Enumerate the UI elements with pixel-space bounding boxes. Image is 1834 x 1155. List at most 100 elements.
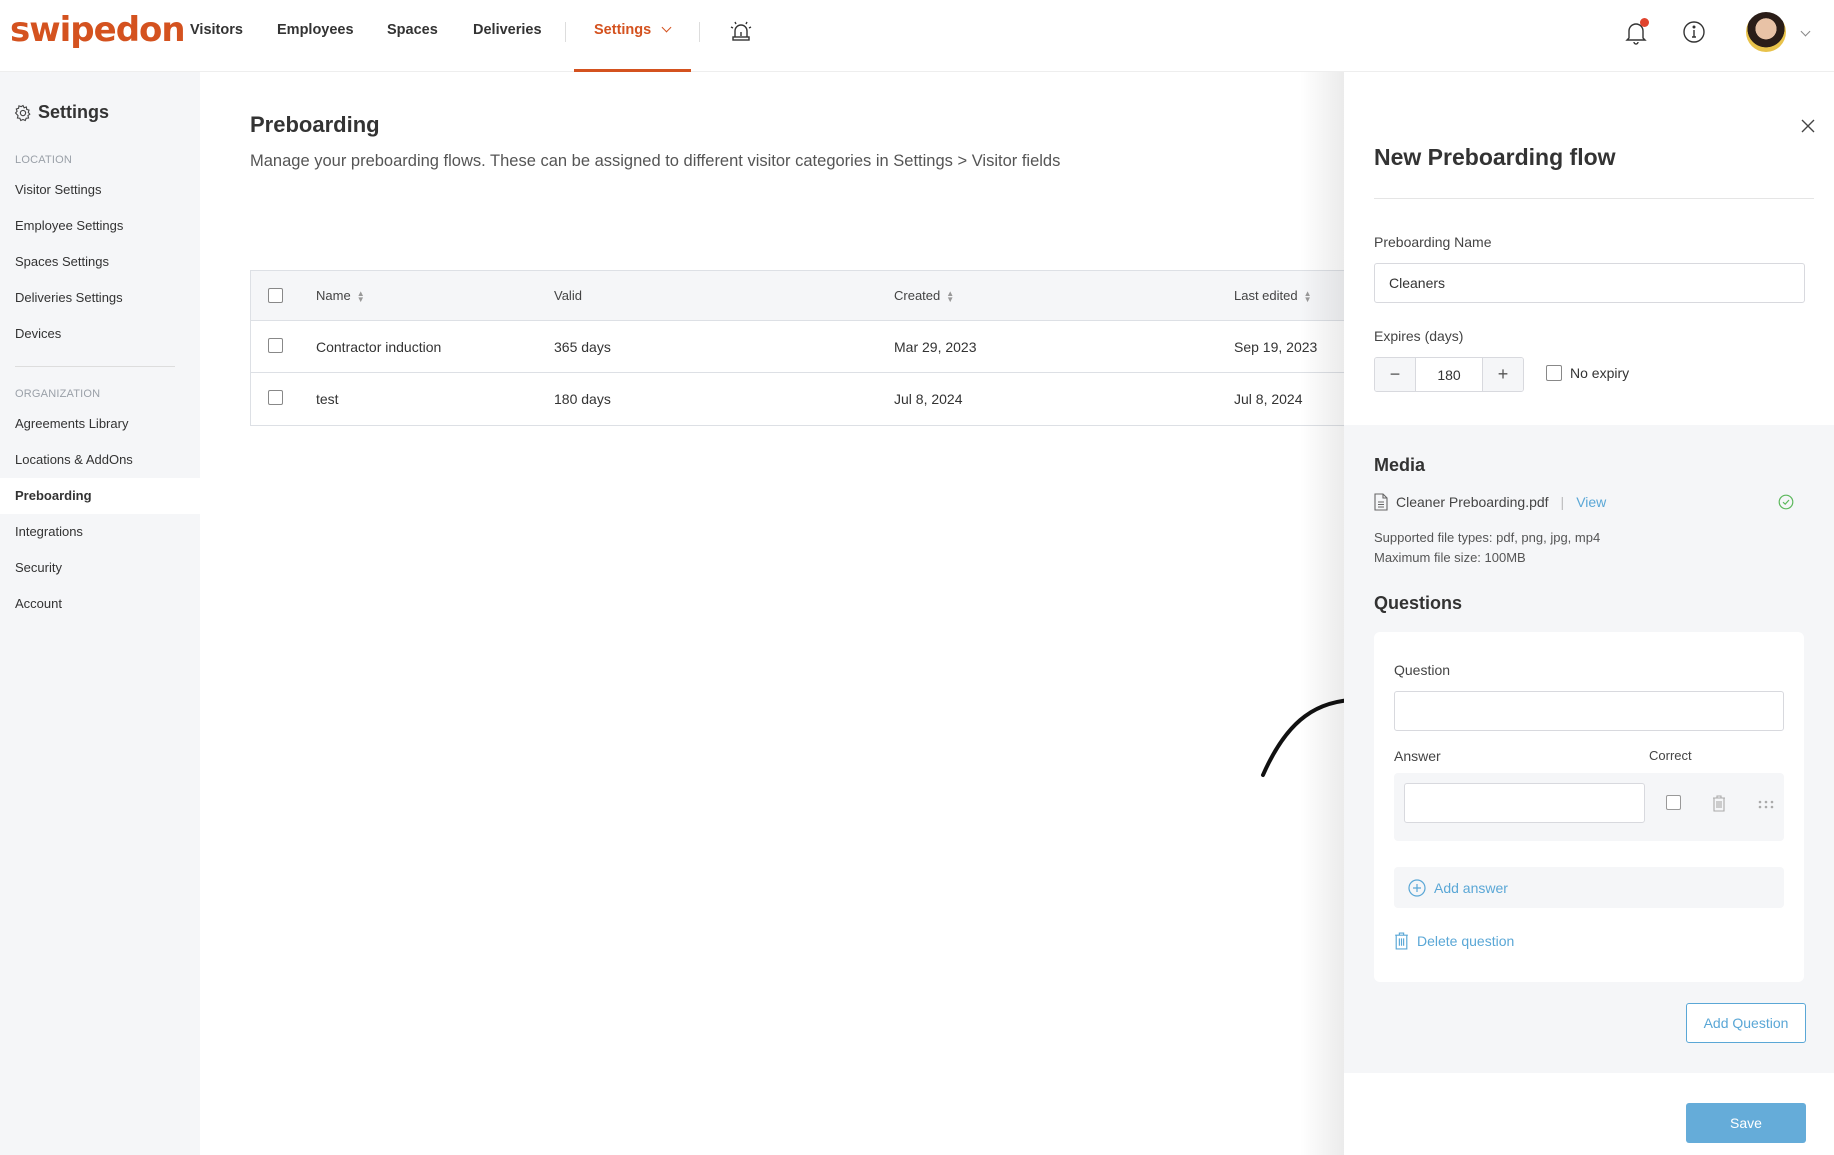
separator: |	[1560, 494, 1565, 510]
max-file-size: Maximum file size: 100MB	[1374, 550, 1526, 565]
add-answer-button[interactable]: Add answer	[1394, 867, 1784, 908]
sort-icon: ▲▼	[356, 288, 365, 304]
sidebar-item-preboarding[interactable]: Preboarding	[0, 478, 200, 514]
nav-settings-label: Settings	[594, 22, 652, 38]
nav-visitors[interactable]: Visitors	[190, 22, 243, 38]
answer-input[interactable]	[1404, 783, 1645, 823]
trash-icon[interactable]	[1712, 795, 1726, 817]
sidebar-item-locations-addons[interactable]: Locations & AddOns	[0, 442, 200, 478]
nav-spaces[interactable]: Spaces	[387, 22, 438, 38]
notification-badge	[1640, 18, 1649, 27]
sidebar-section-organization: ORGANIZATION	[15, 388, 101, 400]
column-name[interactable]: Name ▲ ▼	[316, 271, 365, 321]
sidebar-item-visitor-settings[interactable]: Visitor Settings	[0, 172, 200, 208]
expires-input[interactable]: 180	[1415, 358, 1483, 391]
emergency-alarm-icon[interactable]	[728, 18, 754, 49]
table-header: Name ▲▼ Valid Created ▲▼ Last edited ▲▼	[251, 271, 1350, 321]
expires-stepper: − 180 +	[1374, 357, 1524, 392]
column-last-edited-label: Last edited	[1234, 288, 1298, 303]
file-name: Cleaner Preboarding.pdf	[1396, 494, 1549, 510]
checkbox[interactable]	[1546, 365, 1562, 381]
account-chevron-down-icon[interactable]	[1800, 25, 1811, 43]
correct-checkbox[interactable]	[1666, 795, 1681, 810]
question-input[interactable]	[1394, 691, 1784, 731]
preboarding-name-input[interactable]: Cleaners	[1374, 263, 1805, 303]
save-button[interactable]: Save	[1686, 1103, 1806, 1143]
no-expiry-checkbox[interactable]: No expiry	[1546, 365, 1629, 381]
new-preboarding-panel: New Preboarding flow Preboarding Name Cl…	[1344, 72, 1834, 1155]
gear-icon	[14, 104, 31, 121]
panel-title: New Preboarding flow	[1374, 144, 1616, 170]
sidebar-divider	[15, 366, 175, 367]
view-link[interactable]: View	[1576, 494, 1606, 510]
cell-created: Jul 8, 2024	[894, 391, 963, 407]
sidebar-item-security[interactable]: Security	[0, 550, 200, 586]
supported-file-types: Supported file types: pdf, png, jpg, mp4	[1374, 530, 1601, 545]
delete-question-button[interactable]: Delete question	[1394, 932, 1514, 950]
settings-sidebar: Settings LOCATION Visitor Settings Emplo…	[0, 72, 200, 1155]
nav-employees[interactable]: Employees	[277, 22, 354, 38]
decrement-button[interactable]: −	[1375, 358, 1415, 391]
swipedon-logo[interactable]: swipedon	[10, 10, 186, 50]
correct-label: Correct	[1649, 748, 1692, 763]
nav-settings[interactable]: Settings	[594, 22, 672, 38]
delete-question-label: Delete question	[1417, 933, 1515, 949]
nav-divider	[699, 22, 700, 42]
page-title: Preboarding	[250, 112, 380, 137]
sort-icon: ▲▼	[946, 288, 955, 304]
media-file: Cleaner Preboarding.pdf | View	[1374, 493, 1804, 511]
table-row[interactable]: test 180 days Jul 8, 2024 Jul 8, 2024	[251, 373, 1350, 425]
column-created-label: Created	[894, 288, 941, 303]
add-question-button[interactable]: Add Question	[1686, 1003, 1806, 1043]
questions-title: Questions	[1374, 593, 1463, 613]
column-name-label: Name	[316, 288, 351, 303]
row-checkbox[interactable]	[268, 338, 283, 353]
page-description: Manage your preboarding flows. These can…	[250, 152, 1061, 170]
panel-shadow	[1300, 72, 1344, 1155]
trash-icon	[1395, 932, 1408, 950]
check-circle-icon	[1778, 494, 1794, 510]
document-icon	[1374, 493, 1388, 511]
preboarding-name-label: Preboarding Name	[1374, 234, 1492, 250]
avatar[interactable]	[1746, 12, 1786, 52]
top-nav: swipedon Visitors Employees Spaces Deliv…	[0, 0, 1834, 72]
drag-handle-icon[interactable]	[1758, 797, 1774, 815]
media-title: Media	[1374, 455, 1426, 475]
sidebar-item-employee-settings[interactable]: Employee Settings	[0, 208, 200, 244]
sidebar-item-spaces-settings[interactable]: Spaces Settings	[0, 244, 200, 280]
column-created[interactable]: Created ▲ ▼	[894, 271, 954, 321]
question-card: Question Answer Correct Add answer Delet…	[1374, 632, 1804, 982]
question-label: Question	[1394, 662, 1451, 678]
column-valid: Valid	[554, 288, 582, 303]
answer-label: Answer	[1394, 748, 1441, 764]
add-answer-label: Add answer	[1434, 879, 1508, 896]
sidebar-item-agreements-library[interactable]: Agreements Library	[0, 406, 200, 442]
sidebar-item-devices[interactable]: Devices	[0, 316, 200, 352]
cell-created: Mar 29, 2023	[894, 339, 977, 355]
sidebar-section-location: LOCATION	[15, 154, 73, 166]
increment-button[interactable]: +	[1483, 358, 1523, 391]
cell-name[interactable]: test	[316, 373, 339, 425]
cell-name[interactable]: Contractor induction	[316, 321, 441, 373]
active-nav-indicator	[574, 69, 691, 72]
preboarding-table: Name ▲▼ Valid Created ▲▼ Last edited ▲▼ Con…	[250, 270, 1350, 426]
nav-deliveries[interactable]: Deliveries	[473, 22, 542, 38]
row-checkbox[interactable]	[268, 390, 283, 405]
nav-divider	[565, 22, 566, 42]
panel-divider	[1374, 198, 1814, 199]
chevron-down-icon	[661, 22, 672, 33]
info-icon[interactable]	[1682, 20, 1706, 49]
sidebar-item-integrations[interactable]: Integrations	[0, 514, 200, 550]
close-icon[interactable]	[1800, 118, 1816, 134]
cell-valid: 365 days	[554, 339, 611, 355]
table-row[interactable]: Contractor induction 365 days Mar 29, 20…	[251, 321, 1350, 373]
sidebar-title: Settings	[14, 102, 109, 123]
plus-circle-icon	[1408, 878, 1426, 897]
no-expiry-label: No expiry	[1570, 365, 1630, 381]
sidebar-item-account[interactable]: Account	[0, 586, 200, 622]
select-all-checkbox[interactable]	[268, 288, 283, 303]
expires-label: Expires (days)	[1374, 328, 1464, 344]
sidebar-item-deliveries-settings[interactable]: Deliveries Settings	[0, 280, 200, 316]
cell-valid: 180 days	[554, 391, 611, 407]
answer-row	[1394, 773, 1784, 841]
